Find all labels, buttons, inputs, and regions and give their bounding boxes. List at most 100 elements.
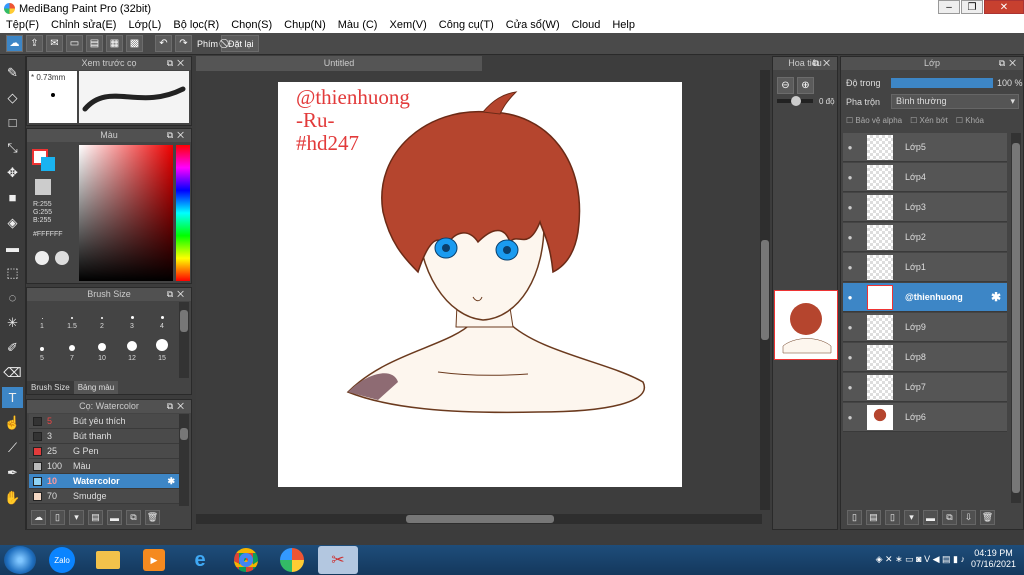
size-cell-1-5[interactable]: 1.5 — [57, 302, 87, 332]
visibility-icon[interactable]: ● — [843, 203, 857, 212]
trash-icon[interactable]: 🗑 — [145, 510, 160, 525]
tab-brush-size[interactable]: Brush Size — [27, 381, 74, 394]
visibility-icon[interactable]: ● — [843, 263, 857, 272]
lock-checkbox[interactable]: ☐ Khóa — [956, 116, 984, 125]
menu-filter[interactable]: Bộ lọc(R) — [167, 19, 225, 31]
new-layer-icon[interactable]: ▯ — [847, 510, 862, 525]
visibility-icon[interactable]: ● — [843, 143, 857, 152]
zoom-out-icon[interactable]: ⊖ — [777, 77, 794, 94]
menu-cloud[interactable]: Cloud — [566, 19, 607, 31]
gradient-tool-icon[interactable]: ▬ — [2, 237, 23, 258]
new-brush-icon[interactable]: ▯ — [50, 510, 65, 525]
drawing-canvas[interactable]: @thienhuong -Ru- #hd247 — [278, 82, 682, 487]
share-icon[interactable]: ⇪ — [26, 35, 43, 52]
layer-row[interactable]: ● Lớp1 — [843, 253, 1007, 282]
folder-icon[interactable]: ▬ — [107, 510, 122, 525]
menu-select[interactable]: Chọn(S) — [225, 19, 278, 31]
size-cell-5[interactable]: 5 — [27, 334, 57, 364]
visibility-icon[interactable]: ● — [843, 233, 857, 242]
hand-tool-icon[interactable]: ✋ — [2, 487, 23, 508]
visibility-icon[interactable]: ● — [843, 383, 857, 392]
comment-icon[interactable]: ✉ — [46, 35, 63, 52]
new-halftone-layer-icon[interactable]: ▤ — [866, 510, 881, 525]
brush-settings-icon[interactable]: ▤ — [88, 510, 103, 525]
dropper-tool-icon[interactable]: ⟋ — [2, 437, 23, 458]
brush-item[interactable]: 100 Màu — [29, 459, 179, 474]
zalo-icon[interactable]: Zalo — [42, 546, 82, 574]
layer-row[interactable]: ● Lớp2 — [843, 223, 1007, 252]
blend-select[interactable]: Bình thường ▾ — [891, 94, 1019, 109]
dot-tool-icon[interactable]: ⤡ — [2, 137, 23, 158]
brush-item-selected[interactable]: 10 Watercolor ✱ — [29, 474, 179, 489]
transparent-color-swatch[interactable] — [35, 179, 51, 195]
select-eraser-tool-icon[interactable]: ⌫ — [2, 362, 23, 383]
layer-folder-icon[interactable]: ▬ — [923, 510, 938, 525]
menu-edit[interactable]: Chỉnh sửa(E) — [45, 19, 122, 31]
panel-controls[interactable]: ⧉✕ — [813, 57, 834, 70]
size-cell-10[interactable]: 10 — [87, 334, 117, 364]
select-tool-icon[interactable]: ⬚ — [2, 262, 23, 283]
protect-alpha-checkbox[interactable]: ☐ Bảo vệ alpha — [846, 116, 902, 125]
visibility-icon[interactable]: ● — [843, 293, 857, 302]
frame-icon[interactable]: ▭ — [66, 35, 83, 52]
visibility-icon[interactable]: ● — [843, 323, 857, 332]
menu-snap[interactable]: Chụp(N) — [278, 19, 332, 31]
brush-item[interactable]: 70 Smudge — [29, 489, 179, 504]
layer-row[interactable]: ● Lớp8 — [843, 343, 1007, 372]
canvas-vertical-scrollbar[interactable] — [760, 70, 770, 510]
palette-icon[interactable] — [35, 251, 49, 265]
visibility-icon[interactable]: ● — [843, 413, 857, 422]
redo-icon[interactable]: ↷ — [175, 35, 192, 52]
media-player-icon[interactable]: ▶ — [134, 546, 174, 574]
duplicate-layer-icon[interactable]: ⧉ — [942, 510, 957, 525]
reset-button[interactable]: ⃠ Đặt lại — [221, 35, 259, 52]
layer-row[interactable]: ● Lớp9 — [843, 313, 1007, 342]
layer-row-selected[interactable]: ● @thienhuong ✱ — [843, 283, 1007, 312]
brush-size-scrollbar[interactable] — [179, 302, 189, 378]
panel-controls[interactable]: ⧉✕ — [167, 288, 188, 301]
saturation-picker[interactable] — [79, 145, 173, 281]
brush-cloud-icon[interactable]: ☁ — [31, 510, 46, 525]
visibility-icon[interactable]: ● — [843, 353, 857, 362]
layer-row[interactable]: ● Lớp3 — [843, 193, 1007, 222]
navigator-preview[interactable] — [774, 290, 838, 360]
clipping-checkbox[interactable]: ☐ Xén bớt — [910, 116, 948, 125]
brush-item[interactable]: 25 G Pen — [29, 444, 179, 459]
gear-icon[interactable]: ✱ — [991, 290, 1001, 304]
brush-item[interactable]: 3 Bút thanh — [29, 429, 179, 444]
panel-controls[interactable]: ⧉✕ — [999, 57, 1020, 70]
clock[interactable]: 04:19 PM 07/16/2021 — [971, 548, 1016, 570]
operation-tool-icon[interactable]: ☝ — [2, 412, 23, 433]
menu-window[interactable]: Cửa sổ(W) — [500, 19, 566, 31]
size-cell-7[interactable]: 7 — [57, 334, 87, 364]
menu-view[interactable]: Xem(V) — [383, 19, 432, 31]
menu-color[interactable]: Màu (C) — [332, 19, 384, 31]
menu-layer[interactable]: Lớp(L) — [122, 19, 167, 31]
brush-item[interactable]: 5 Bút yêu thích — [29, 414, 179, 429]
layout-icon[interactable]: ▩ — [126, 35, 143, 52]
fill-rect-tool-icon[interactable]: ■ — [2, 187, 23, 208]
magic-wand-tool-icon[interactable]: ✳ — [2, 312, 23, 333]
size-cell-15[interactable]: 15 — [147, 334, 177, 364]
background-color-swatch[interactable] — [41, 157, 55, 171]
rotation-slider[interactable] — [777, 96, 813, 106]
snipping-tool-icon[interactable]: ✂ — [318, 546, 358, 574]
menu-tools[interactable]: Công cụ(T) — [433, 19, 500, 31]
tab-palette[interactable]: Bảng màu — [73, 381, 119, 394]
add-layer-icon[interactable]: ▾ — [904, 510, 919, 525]
merge-down-icon[interactable]: ⇩ — [961, 510, 976, 525]
lasso-tool-icon[interactable]: ◌ — [2, 287, 23, 308]
chrome-icon[interactable] — [226, 546, 266, 574]
panel-controls[interactable]: ⧉✕ — [167, 400, 188, 413]
duplicate-icon[interactable]: ⧉ — [126, 510, 141, 525]
pen-tool-icon[interactable]: ✒ — [2, 462, 23, 483]
undo-icon[interactable]: ↶ — [155, 35, 172, 52]
layer-row[interactable]: ● Lớp6 — [843, 403, 1007, 432]
medibang-icon[interactable] — [272, 546, 312, 574]
grid-icon[interactable]: ▦ — [106, 35, 123, 52]
size-cell-3[interactable]: 3 — [117, 302, 147, 332]
size-cell-1[interactable]: 1 — [27, 302, 57, 332]
cloud-icon[interactable]: ☁ — [6, 35, 23, 52]
internet-explorer-icon[interactable]: e — [180, 546, 220, 574]
move-tool-icon[interactable]: ✥ — [2, 162, 23, 183]
